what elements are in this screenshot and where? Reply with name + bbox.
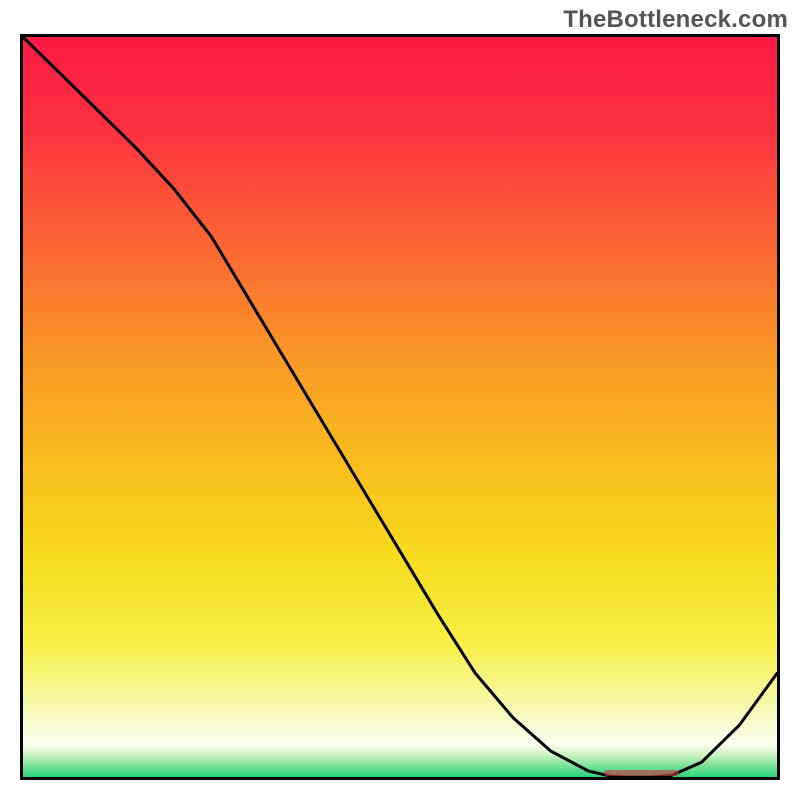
chart-minimum-marker (604, 770, 679, 776)
attribution-watermark: TheBottleneck.com (563, 6, 788, 34)
chart-plot-area (20, 34, 780, 780)
chart-curve (23, 37, 777, 777)
bottleneck-curve-line (23, 37, 777, 777)
